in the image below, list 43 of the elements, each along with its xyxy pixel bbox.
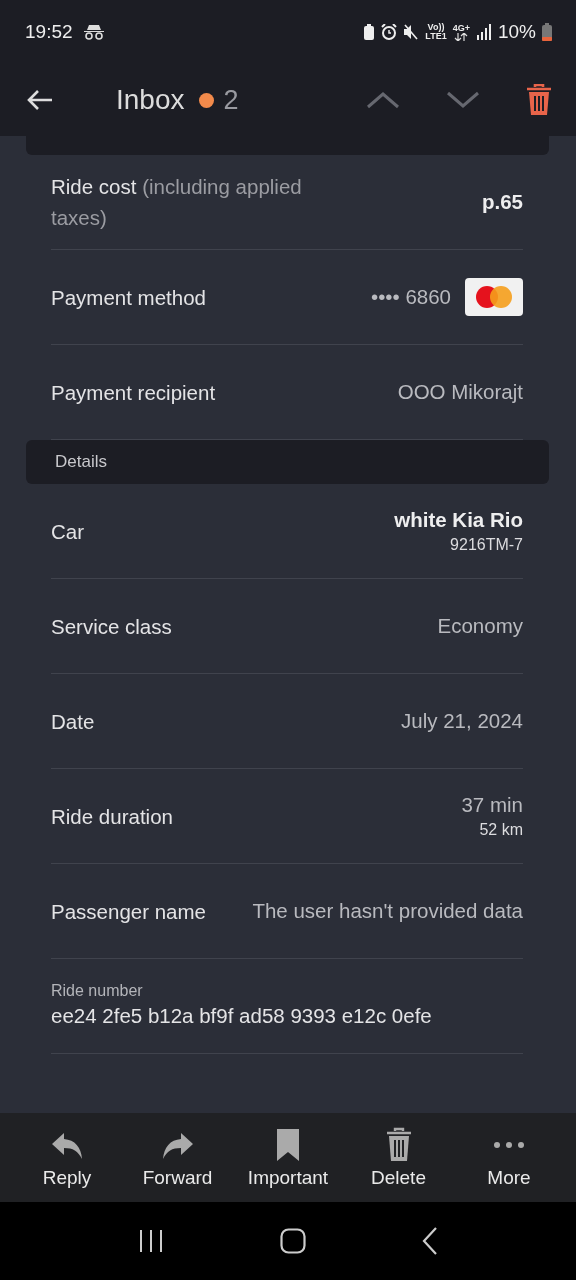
unread-count: 2 xyxy=(223,84,239,116)
data-arrows-icon xyxy=(454,32,469,41)
field-label: Payment recipient xyxy=(51,379,216,406)
card-icon xyxy=(465,278,523,316)
field-value: OOO Mikorajt xyxy=(397,380,523,404)
field-value: white Kia Rio xyxy=(394,508,523,532)
status-time: 19:52 xyxy=(25,21,73,43)
incognito-icon xyxy=(82,24,105,40)
field-label: Date xyxy=(51,708,95,735)
alarm-icon xyxy=(381,24,398,40)
field-label: Ride duration xyxy=(51,803,173,830)
field-label: Car xyxy=(51,518,85,545)
field-value: 37 min xyxy=(461,793,523,817)
lte-label: LTE1 xyxy=(425,32,447,41)
field-label: Ride number xyxy=(51,981,143,1000)
toolbar-button[interactable]: Important xyxy=(233,1113,343,1202)
window-title: Inbox xyxy=(116,84,185,116)
field-value: •••• 6860 xyxy=(371,285,451,309)
field-label: Passenger name xyxy=(51,898,206,925)
field-value: The user hasn't provided data xyxy=(252,899,523,923)
toolbar-button[interactable]: Reply xyxy=(12,1113,122,1202)
unread-dot xyxy=(198,92,214,108)
network-label: 4G+ xyxy=(452,23,470,33)
toolbar-button[interactable]: Delete xyxy=(343,1113,454,1202)
field-value: ee24 2fe5 b12a bf9f ad58 9393 e12c 0efe xyxy=(51,1002,432,1029)
field-label: Payment method xyxy=(51,284,206,311)
battery-saver-icon xyxy=(363,24,376,40)
field-value: p.65 xyxy=(481,190,523,214)
mute-icon xyxy=(403,24,420,40)
more-icon xyxy=(494,1141,524,1148)
field-value: Economy xyxy=(437,614,523,638)
toolbar-button[interactable]: More xyxy=(454,1113,564,1202)
field-value: July 21, 2024 xyxy=(401,709,523,733)
field-subvalue: 9216TM-7 xyxy=(450,536,523,554)
signal-icon xyxy=(475,24,492,40)
battery-icon xyxy=(542,23,552,41)
section-header: Details xyxy=(26,440,549,484)
battery-percent: 10% xyxy=(497,21,536,43)
volte-label: Vo)) xyxy=(427,23,445,32)
field-label: Service class xyxy=(51,613,172,640)
field-subvalue: 52 km xyxy=(479,821,523,839)
toolbar-button[interactable]: Forward xyxy=(122,1113,233,1202)
field-label: Ride cost (including applied taxes) xyxy=(51,174,303,231)
